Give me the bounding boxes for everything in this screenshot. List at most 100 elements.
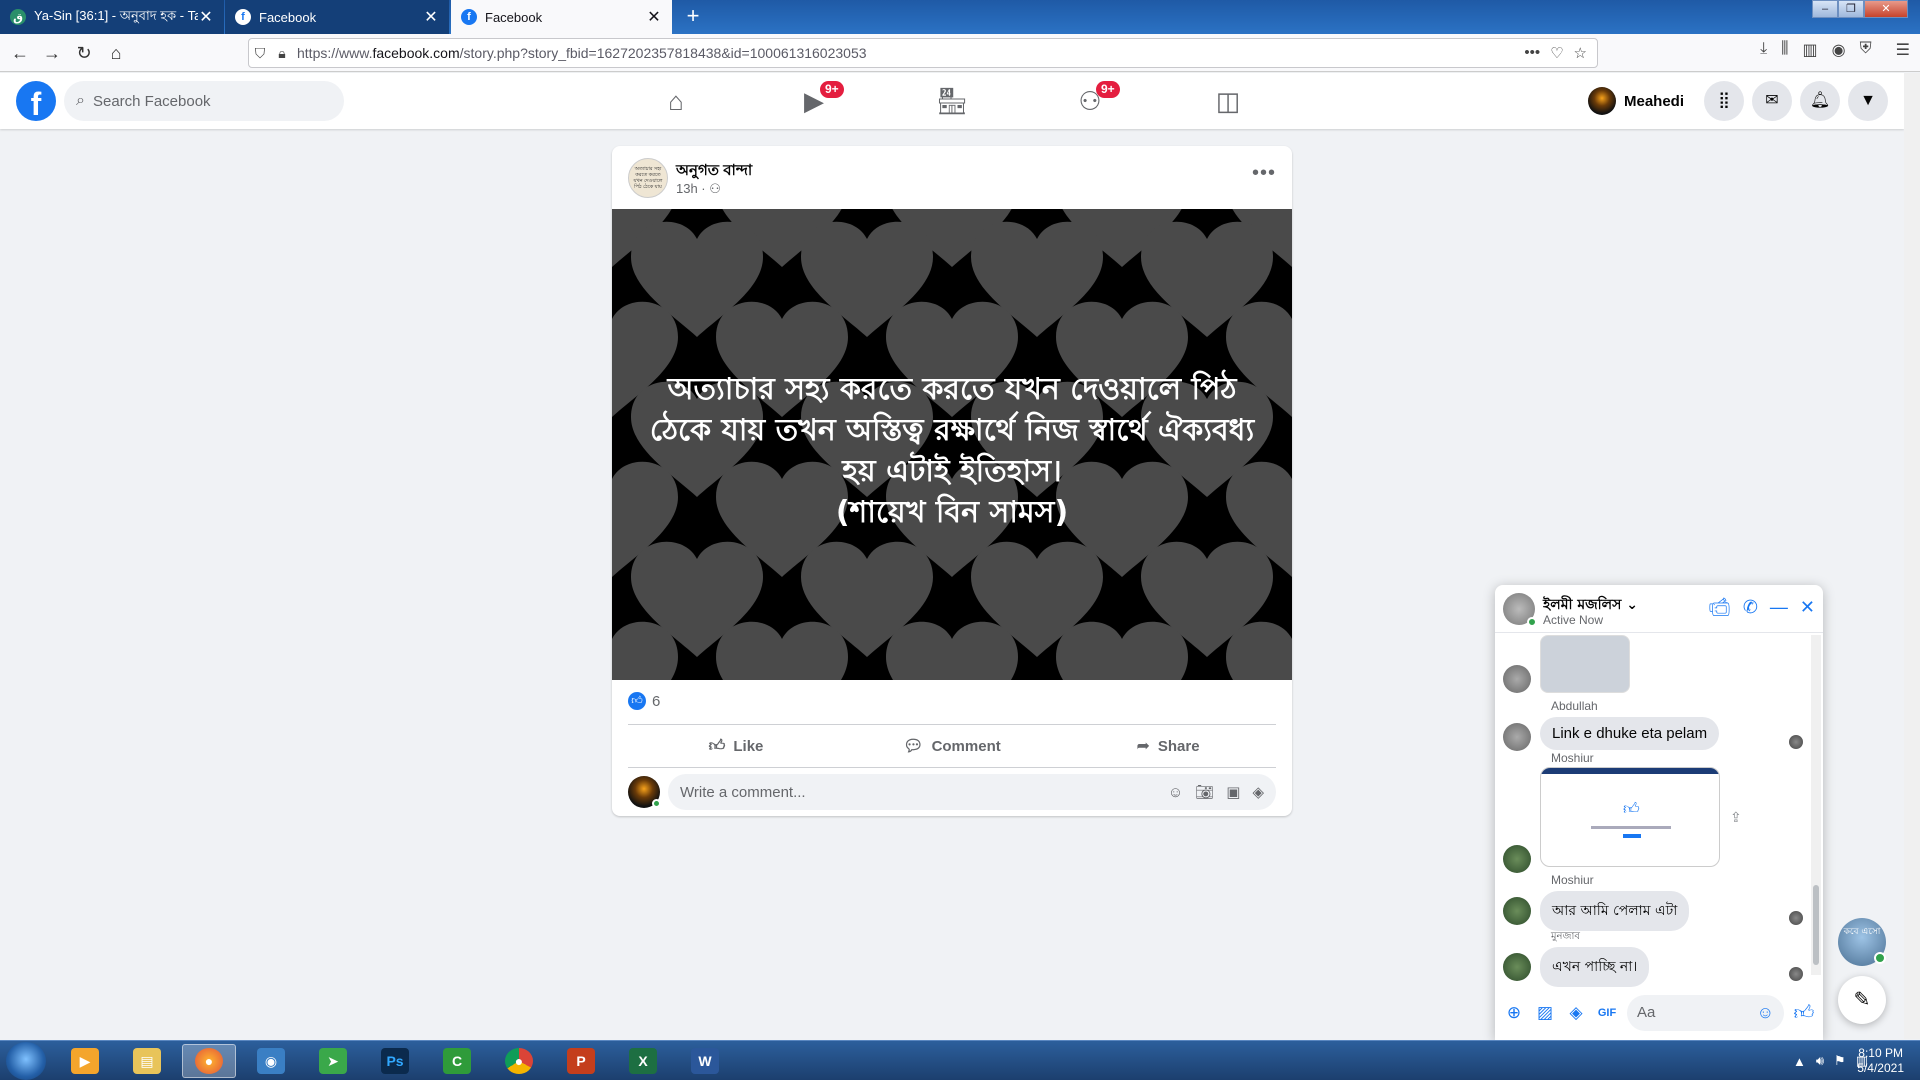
extension-icon[interactable]: ⛨	[1860, 40, 1872, 60]
library-icon[interactable]: ⫼	[1781, 40, 1788, 60]
forward-button[interactable]: →	[38, 40, 66, 66]
message-bubble[interactable]: এখন পাচ্ছি না।	[1540, 947, 1650, 987]
lock-icon[interactable]: 🔒︎	[271, 45, 293, 62]
nav-marketplace-icon[interactable]: 🏪︎	[896, 73, 1008, 129]
comment-button[interactable]: 💬︎ Comment	[844, 725, 1060, 767]
reactions-summary[interactable]: 👍︎ 6	[628, 692, 660, 710]
gif-icon[interactable]: GIF	[1596, 1007, 1618, 1019]
share-button[interactable]: ➦ Share	[1060, 725, 1276, 767]
post-more-options-icon[interactable]: •••	[1252, 162, 1276, 185]
browser-tab-facebook-1[interactable]: f Facebook ✕	[225, 0, 449, 34]
page-actions-icon[interactable]: •••	[1524, 44, 1540, 62]
close-tab-icon[interactable]: ✕	[423, 7, 439, 27]
excel-icon[interactable]: X	[616, 1044, 670, 1078]
taskbar-clock[interactable]: 8:10 PM 5/4/2021	[1857, 1046, 1904, 1076]
sticker-icon[interactable]: ◈	[1565, 1003, 1587, 1023]
nav-groups-icon[interactable]: ⚇ 9+	[1034, 73, 1146, 129]
photoshop-icon[interactable]: Ps	[368, 1044, 422, 1078]
nav-gaming-icon[interactable]: ◫	[1172, 73, 1284, 129]
comment-input[interactable]	[680, 783, 1156, 801]
close-tab-icon[interactable]: ✕	[646, 7, 662, 27]
reload-button[interactable]: ↻	[70, 40, 98, 66]
url-text[interactable]: https://www.facebook.com/story.php?story…	[297, 45, 867, 61]
powerpoint-icon[interactable]: P	[554, 1044, 608, 1078]
shield-icon[interactable]: ⛉	[249, 45, 271, 62]
video-call-icon[interactable]: 📹︎	[1708, 597, 1731, 618]
back-button[interactable]: ←	[6, 40, 34, 66]
chat-header[interactable]: ইলমী মজলিস ⌄ Active Now 📹︎ ✆ — ✕	[1495, 585, 1823, 633]
thumbs-up-icon[interactable]: 👍︎	[1793, 1001, 1815, 1025]
facebook-logo[interactable]: f	[16, 81, 56, 121]
avatar[interactable]	[628, 776, 661, 808]
post-author-avatar[interactable]: অত্যাচার সহ্য করতে করতে যখন দেওয়ালে পিঠ…	[628, 158, 668, 198]
sidebar-icon[interactable]: ▥	[1803, 40, 1818, 60]
scrollbar-thumb[interactable]	[1813, 885, 1819, 965]
message-bubble[interactable]: আর আমি পেলাম এটা	[1540, 891, 1690, 931]
file-explorer-icon[interactable]: ▤	[120, 1044, 174, 1078]
messenger-icon[interactable]: ✉	[1752, 81, 1792, 121]
browser-tab-quran[interactable]: ق Ya-Sin [36:1] - অনুবাদ হক - Tanz ✕	[0, 0, 224, 34]
pocket-icon[interactable]: ♡	[1550, 44, 1563, 62]
photo-icon[interactable]: ▨	[1534, 1003, 1556, 1023]
tray-expand-icon[interactable]: ▲	[1793, 1054, 1806, 1069]
message-bubble[interactable]: Link e dhuke eta pelam	[1540, 717, 1720, 750]
avatar	[1503, 845, 1531, 873]
chat-scrollbar[interactable]	[1811, 635, 1821, 975]
post-image[interactable]: অত্যাচার সহ্য করতে করতে যখন দেওয়ালে পিঠ…	[612, 209, 1292, 680]
network-app-icon[interactable]: ◉	[244, 1044, 298, 1078]
gif-icon[interactable]: ▣	[1226, 783, 1240, 801]
downloads-icon[interactable]: ⤓	[1760, 40, 1767, 60]
emoji-icon[interactable]: ☺	[1757, 1003, 1774, 1023]
screenshot-message[interactable]: 👍︎	[1540, 767, 1720, 867]
sticker-icon[interactable]: ◈	[1252, 783, 1264, 801]
minimize-chat-icon[interactable]: —	[1770, 597, 1788, 618]
home-button[interactable]: ⌂	[102, 40, 130, 66]
like-button[interactable]: 👍︎ Like	[628, 725, 844, 767]
clock-time: 8:10 PM	[1858, 1046, 1903, 1060]
avatar	[1587, 87, 1616, 115]
word-icon[interactable]: W	[678, 1044, 732, 1078]
restore-window-button[interactable]: ❐	[1838, 0, 1864, 18]
media-player-icon[interactable]: ▶	[58, 1044, 112, 1078]
account-dropdown-icon[interactable]: ▼	[1848, 81, 1888, 121]
new-message-icon[interactable]: ✎	[1838, 976, 1886, 1024]
message-input[interactable]	[1637, 1004, 1757, 1021]
search-input[interactable]	[92, 92, 313, 110]
facebook-search[interactable]: ⌕	[64, 81, 344, 121]
volume-icon[interactable]: 🔊︎	[1816, 1053, 1824, 1069]
page-scrollbar[interactable]	[1904, 73, 1920, 1039]
action-center-flag-icon[interactable]: ⚑	[1834, 1053, 1846, 1069]
chat-head-avatar[interactable]: কবে এসো	[1838, 918, 1886, 966]
account-icon[interactable]: ◉	[1832, 40, 1846, 60]
notifications-bell-icon[interactable]: 🔔︎	[1800, 81, 1840, 121]
close-chat-icon[interactable]: ✕	[1800, 597, 1815, 618]
camtasia-icon[interactable]: C	[430, 1044, 484, 1078]
comment-label: Comment	[931, 737, 1001, 755]
menu-icon[interactable]: ☰	[1896, 40, 1910, 60]
emoji-icon[interactable]: ☺	[1168, 784, 1183, 801]
message-input-box[interactable]: ☺	[1627, 994, 1784, 1031]
nav-watch-icon[interactable]: ▶ 9+	[758, 73, 870, 129]
comment-box[interactable]: ☺ 📷︎ ▣ ◈	[668, 774, 1276, 810]
seen-avatar	[1789, 911, 1803, 925]
close-tab-icon[interactable]: ✕	[198, 7, 214, 27]
image-message[interactable]	[1540, 635, 1630, 693]
firefox-icon[interactable]: ●	[182, 1044, 236, 1078]
phone-call-icon[interactable]: ✆	[1743, 597, 1758, 618]
browser-tab-facebook-active[interactable]: f Facebook ✕	[451, 0, 672, 34]
minimize-window-button[interactable]: –	[1812, 0, 1838, 18]
profile-button[interactable]: Meahedi	[1584, 81, 1696, 121]
nav-home-icon[interactable]: ⌂	[620, 73, 732, 129]
camera-icon[interactable]: 📷︎	[1195, 783, 1214, 801]
start-button[interactable]	[6, 1042, 46, 1080]
plus-icon[interactable]: ⊕	[1503, 1003, 1525, 1023]
send-app-icon[interactable]: ➤	[306, 1044, 360, 1078]
url-bar[interactable]: ⛉ 🔒︎ https://www.facebook.com/story.php?…	[248, 38, 1598, 68]
post-time[interactable]: 13h ·	[676, 181, 709, 196]
close-window-button[interactable]: ✕	[1864, 0, 1908, 18]
chrome-icon[interactable]: ●	[492, 1044, 546, 1078]
new-tab-button[interactable]: +	[680, 4, 706, 30]
share-icon[interactable]: ⇪	[1730, 809, 1742, 826]
menu-grid-icon[interactable]: ⣿	[1704, 81, 1744, 121]
bookmark-star-icon[interactable]: ☆	[1574, 44, 1587, 62]
